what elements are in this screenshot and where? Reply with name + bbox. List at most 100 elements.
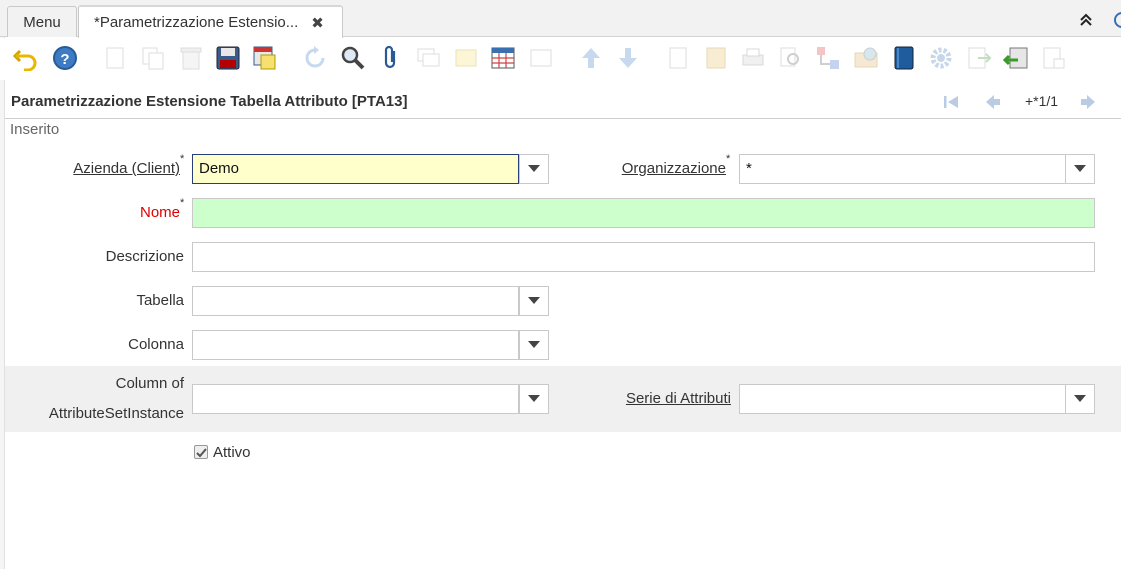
chevron-down-icon [528, 165, 540, 172]
customize-icon [1043, 47, 1065, 69]
window-header: Parametrizzazione Estensione Tabella Att… [5, 83, 1121, 119]
descrizione-field[interactable] [192, 242, 1095, 272]
print-icon [742, 48, 764, 66]
tab-parametrizzazione[interactable]: *Parametrizzazione Estensio... ✖ [78, 5, 343, 38]
attivo-label: Attivo [213, 444, 251, 461]
print-button[interactable] [738, 43, 768, 73]
nome-label: Nome [139, 204, 180, 221]
arrow-down-icon [619, 48, 637, 68]
product-info-button[interactable] [851, 43, 881, 73]
customize-button[interactable] [1039, 43, 1069, 73]
workflow-button[interactable] [813, 43, 843, 73]
grid-toggle-button[interactable] [488, 43, 518, 73]
archive-icon [706, 47, 726, 69]
new-record-button[interactable] [100, 43, 130, 73]
first-record-icon[interactable] [941, 92, 961, 112]
new-record-icon [106, 47, 124, 69]
toolbar: ? [0, 38, 1121, 80]
column-asi-label-line1: Column of [115, 375, 184, 392]
previous-tab-button[interactable] [576, 43, 606, 73]
chevron-down-icon [528, 297, 540, 304]
find-button[interactable] [338, 43, 368, 73]
paperclip-icon [384, 45, 396, 69]
attivo-checkbox[interactable] [194, 445, 208, 459]
organizzazione-field[interactable]: * [739, 154, 1066, 184]
azienda-dropdown-button[interactable] [519, 154, 549, 184]
help-icon: ? [53, 46, 77, 70]
column-asi-field[interactable] [192, 384, 519, 414]
save-button[interactable] [213, 43, 243, 73]
required-marker: * [180, 153, 185, 165]
save-new-icon [253, 46, 276, 70]
tab-active-label: *Parametrizzazione Estensio... [94, 14, 299, 31]
serie-attributi-dropdown-button[interactable] [1065, 384, 1095, 414]
help-circle-icon[interactable] [1114, 12, 1121, 28]
delete-button[interactable] [176, 43, 206, 73]
azienda-label[interactable]: Azienda (Client) [60, 160, 180, 177]
archive-button[interactable] [701, 43, 731, 73]
save-icon [216, 46, 240, 70]
zoom-icon [780, 47, 799, 67]
chevron-down-icon [528, 341, 540, 348]
tab-menu[interactable]: Menu [7, 6, 77, 37]
report-icon [669, 47, 687, 69]
column-asi-label-line2: AttributeSetInstance [48, 405, 184, 422]
export-icon [968, 47, 992, 69]
svg-text:?: ? [60, 51, 69, 68]
serie-attributi-label[interactable]: Serie di Attributi [600, 390, 731, 407]
close-tab-icon[interactable]: ✖ [311, 14, 324, 32]
previous-record-icon[interactable] [983, 92, 1003, 112]
import-button[interactable] [1001, 43, 1031, 73]
database-button[interactable] [889, 43, 919, 73]
azienda-field[interactable]: Demo [192, 154, 519, 184]
colonna-dropdown-button[interactable] [519, 330, 549, 360]
zoom-across-button[interactable] [776, 43, 806, 73]
attachment-button[interactable] [376, 43, 406, 73]
required-marker: * [180, 197, 185, 209]
save-new-button[interactable] [250, 43, 280, 73]
collapse-up-icon[interactable] [1078, 12, 1094, 28]
organizzazione-label[interactable]: Organizzazione [600, 160, 726, 177]
serie-attributi-field[interactable] [739, 384, 1066, 414]
required-marker: * [726, 153, 731, 165]
chat-button[interactable] [413, 43, 443, 73]
checkmark-icon [195, 447, 207, 457]
next-record-icon[interactable] [1078, 92, 1098, 112]
next-tab-button[interactable] [613, 43, 643, 73]
copy-icon [142, 47, 164, 70]
tab-menu-label: Menu [23, 13, 61, 31]
tabella-field[interactable] [192, 286, 519, 316]
search-icon [341, 46, 365, 70]
chevron-down-icon [1074, 395, 1086, 402]
copy-record-button[interactable] [138, 43, 168, 73]
colonna-field[interactable] [192, 330, 519, 360]
tabella-dropdown-button[interactable] [519, 286, 549, 316]
colonna-label: Colonna [128, 336, 184, 353]
book-icon [894, 46, 914, 70]
grid-icon [491, 47, 515, 69]
import-icon [1003, 47, 1028, 69]
undo-button[interactable] [11, 43, 41, 73]
undo-icon [13, 49, 37, 71]
chevron-down-icon [528, 395, 540, 402]
tab-bar: Menu *Parametrizzazione Estensio... ✖ [0, 0, 1121, 38]
process-button[interactable] [926, 43, 956, 73]
page-title: Parametrizzazione Estensione Tabella Att… [11, 93, 408, 110]
nome-field[interactable] [192, 198, 1095, 228]
note-icon [455, 49, 477, 67]
gear-icon [930, 47, 952, 69]
chat-icon [417, 48, 440, 67]
report-button[interactable] [663, 43, 693, 73]
window-icon [530, 49, 552, 67]
column-asi-dropdown-button[interactable] [519, 384, 549, 414]
organizzazione-dropdown-button[interactable] [1065, 154, 1095, 184]
product-info-icon [854, 47, 878, 68]
refresh-button[interactable] [300, 43, 330, 73]
note-button[interactable] [451, 43, 481, 73]
parent-record-button[interactable] [526, 43, 556, 73]
refresh-icon [305, 46, 325, 68]
record-indicator: +*1/1 [1025, 93, 1059, 109]
workflow-icon [817, 47, 839, 69]
export-button[interactable] [964, 43, 994, 73]
help-button[interactable]: ? [50, 43, 80, 73]
